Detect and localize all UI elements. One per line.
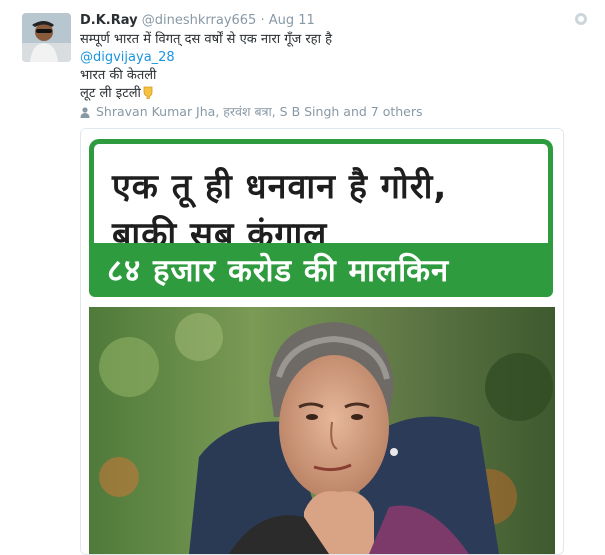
banner-text: ८४ हजार करोड की मालकिन <box>107 253 450 289</box>
display-name[interactable]: D.K.Ray <box>80 13 138 28</box>
liked-by-text: Shravan Kumar Jha, हरवंश बत्रा, S B Sing… <box>96 104 423 119</box>
avatar[interactable] <box>22 13 71 62</box>
headline-line-1: एक तू ही धनवान है गोरी, <box>112 167 448 207</box>
tweet[interactable]: D.K.Ray @dineshkrray665 · Aug 11 सम्पूर्… <box>0 0 605 555</box>
tweet-text-line-3: भारत की केतली <box>80 68 157 83</box>
mention-link[interactable]: @digvijaya_28 <box>80 49 175 66</box>
tweet-text-line-4: लूट ली इटली <box>80 85 155 102</box>
tweet-text-line-4-text: लूट ली इटली <box>80 86 141 101</box>
user-icon <box>80 106 90 118</box>
user-handle[interactable]: @dineshkrray665 <box>142 13 257 28</box>
pointing-down-hand-icon <box>141 86 155 100</box>
green-banner: ८४ हजार करोड की मालकिन <box>89 243 553 297</box>
headline-banner: एक तू ही धनवान है गोरी, बाकी सब कंगाल ८४… <box>81 129 563 309</box>
tweet-header: D.K.Ray @dineshkrray665 · Aug 11 <box>80 12 315 29</box>
liked-by[interactable]: Shravan Kumar Jha, हरवंश बत्रा, S B Sing… <box>80 103 423 120</box>
headline-panel: एक तू ही धनवान है गोरी, बाकी सब कंगाल <box>89 139 553 255</box>
more-options-icon[interactable] <box>575 13 587 25</box>
tweet-text-line-1: सम्पूर्ण भारत में विगत् दस वर्षों से एक … <box>80 32 332 47</box>
tweet-media-image[interactable]: एक तू ही धनवान है गोरी, बाकी सब कंगाल ८४… <box>80 128 564 555</box>
tweet-date[interactable]: Aug 11 <box>269 13 315 28</box>
portrait-photo <box>89 307 555 554</box>
header-separator: · <box>260 13 265 28</box>
